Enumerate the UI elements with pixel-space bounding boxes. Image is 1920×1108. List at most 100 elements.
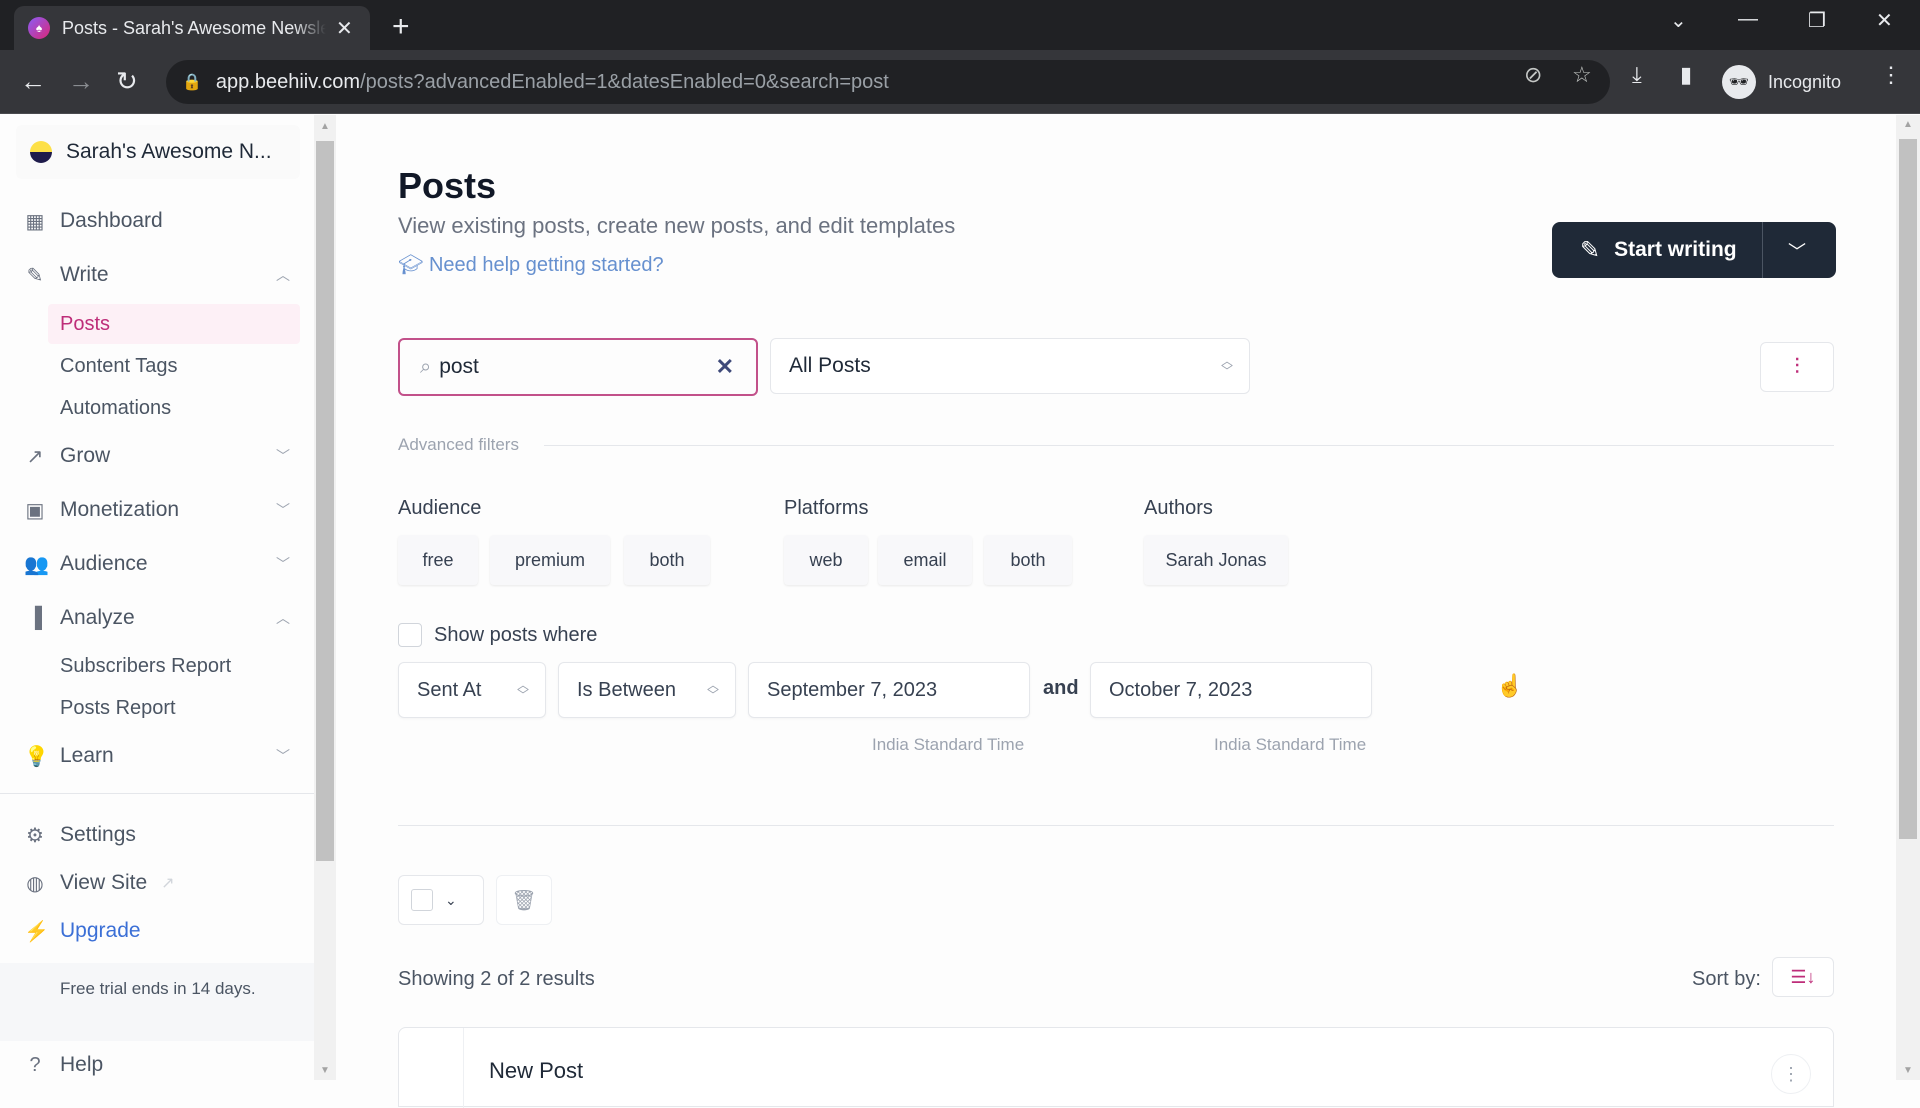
clear-search-icon[interactable]: ✕ bbox=[716, 354, 734, 380]
money-icon: ▣ bbox=[25, 499, 45, 522]
post-status-select[interactable]: All Posts ︿ ﹀ bbox=[770, 338, 1250, 394]
sidebar-item-automations[interactable]: Automations bbox=[48, 388, 300, 428]
date-operator-select[interactable]: Is Between ︿ ﹀ bbox=[558, 662, 736, 718]
delete-button[interactable]: 🗑︎ bbox=[496, 875, 552, 925]
sidebar-scroll-thumb[interactable] bbox=[316, 141, 334, 861]
platform-email-chip[interactable]: email bbox=[878, 535, 972, 585]
show-posts-where-row[interactable]: Show posts where bbox=[398, 623, 597, 647]
section-divider bbox=[398, 825, 1834, 826]
sidebar-item-upgrade[interactable]: ⚡ Upgrade bbox=[24, 911, 294, 951]
scroll-down-icon[interactable]: ▼ bbox=[320, 1065, 330, 1076]
chevron-up-icon: ︿ bbox=[276, 610, 290, 626]
audience-premium-chip[interactable]: premium bbox=[490, 535, 610, 585]
end-date-input[interactable]: October 7, 2023 bbox=[1090, 662, 1372, 718]
url-domain: app.beehiiv.com bbox=[215, 70, 361, 93]
scroll-down-icon[interactable]: ▼ bbox=[1903, 1065, 1913, 1076]
back-icon[interactable]: ← bbox=[20, 66, 46, 97]
lightbulb-icon: 💡 bbox=[24, 745, 49, 768]
reload-icon[interactable]: ↻ bbox=[116, 66, 138, 97]
address-bar[interactable]: 🔒 app.beehiiv.com/posts?advancedEnabled=… bbox=[166, 60, 1610, 104]
browser-toolbar: ← → ↻ 🔒 app.beehiiv.com/posts?advancedEn… bbox=[0, 50, 1920, 114]
side-panel-icon[interactable]: ▮ bbox=[1680, 62, 1692, 88]
minimize-icon[interactable]: — bbox=[1738, 8, 1758, 31]
audience-both-chip[interactable]: both bbox=[624, 535, 710, 585]
date-field-select[interactable]: Sent At ︿ ﹀ bbox=[398, 662, 546, 718]
start-writing-label: Start writing bbox=[1614, 238, 1737, 261]
author-sarah-jonas-chip[interactable]: Sarah Jonas bbox=[1144, 535, 1288, 585]
sidebar-item-view-site[interactable]: ◍ View Site ↗ bbox=[24, 863, 294, 903]
sidebar-item-analyze[interactable]: ▐ Analyze ︿ bbox=[24, 598, 294, 638]
more-options-icon[interactable]: ⋮ bbox=[1771, 1054, 1811, 1094]
sidebar-item-label: Audience bbox=[60, 552, 148, 575]
sidebar-item-posts[interactable]: Posts bbox=[48, 304, 300, 344]
browser-tab[interactable]: ♠ Posts - Sarah's Awesome Newsletter ✕ bbox=[14, 6, 370, 50]
sidebar-item-posts-report[interactable]: Posts Report bbox=[48, 688, 300, 728]
post-list-item[interactable]: New Post ⋮ bbox=[398, 1027, 1834, 1108]
main-scroll-thumb[interactable] bbox=[1899, 139, 1917, 839]
select-all-checkbox[interactable] bbox=[411, 889, 433, 911]
trial-notice: Free trial ends in 14 days. bbox=[0, 963, 314, 1041]
incognito-profile[interactable]: 🕶 Incognito bbox=[1722, 60, 1842, 104]
tab-search-icon[interactable]: ⌄ bbox=[1670, 8, 1687, 33]
search-input[interactable]: ⌕ post ✕ bbox=[398, 338, 758, 396]
sidebar-item-monetization[interactable]: ▣ Monetization ﹀ bbox=[24, 490, 294, 530]
close-tab-icon[interactable]: ✕ bbox=[336, 16, 353, 41]
scroll-up-icon[interactable]: ▲ bbox=[1903, 119, 1913, 130]
help-link[interactable]: 🎓︎ Need help getting started? bbox=[398, 252, 664, 277]
globe-icon: ◍ bbox=[26, 872, 44, 895]
sidebar-divider bbox=[0, 793, 314, 794]
filter-toggle-button[interactable]: ⫶ bbox=[1760, 342, 1834, 392]
sidebar-item-label: Dashboard bbox=[60, 209, 163, 232]
browser-menu-icon[interactable]: ⋮ bbox=[1880, 62, 1902, 88]
main-content: Posts View existing posts, create new po… bbox=[336, 115, 1896, 1108]
sidebar-item-label: Learn bbox=[60, 744, 114, 767]
sliders-icon: ⫶ bbox=[1794, 354, 1800, 379]
bulk-select-dropdown[interactable]: ⌄ bbox=[398, 875, 484, 925]
trending-up-icon: ↗ bbox=[26, 445, 44, 468]
forward-icon[interactable]: → bbox=[68, 66, 94, 97]
download-icon[interactable]: ⤓ bbox=[1632, 62, 1642, 88]
show-posts-where-label: Show posts where bbox=[434, 623, 598, 646]
sidebar-item-subscribers-report[interactable]: Subscribers Report bbox=[48, 646, 300, 686]
start-writing-button[interactable]: ✎ Start writing ﹀ bbox=[1552, 222, 1836, 278]
and-label: and bbox=[1043, 677, 1079, 699]
sort-button[interactable]: ☰↓ bbox=[1772, 957, 1834, 997]
sidebar-item-dashboard[interactable]: ▦ Dashboard bbox=[24, 201, 294, 241]
show-posts-where-checkbox[interactable] bbox=[398, 623, 422, 647]
authors-label: Authors bbox=[1144, 497, 1213, 519]
sidebar-item-content-tags[interactable]: Content Tags bbox=[48, 346, 300, 386]
sidebar-item-label: Write bbox=[60, 263, 109, 286]
eye-off-icon[interactable]: ⊘ bbox=[1524, 62, 1542, 88]
publication-logo bbox=[30, 141, 52, 163]
chevron-down-icon[interactable]: ﹀ bbox=[1788, 238, 1806, 264]
sidebar-item-write[interactable]: ✎ Write ︿ bbox=[24, 255, 294, 295]
main-scrollbar[interactable]: ▲ ▼ bbox=[1896, 115, 1920, 1080]
sidebar-item-help[interactable]: ? Help bbox=[24, 1045, 294, 1085]
post-title[interactable]: New Post bbox=[489, 1058, 583, 1084]
platform-both-chip[interactable]: both bbox=[984, 535, 1072, 585]
help-link-label: Need help getting started? bbox=[428, 254, 664, 276]
restore-icon[interactable]: ❐ bbox=[1808, 8, 1826, 33]
sidebar-item-settings[interactable]: ⚙ Settings bbox=[24, 815, 294, 855]
new-tab-button[interactable]: + bbox=[392, 10, 410, 44]
platform-web-chip[interactable]: web bbox=[784, 535, 868, 585]
sidebar-item-label: Analyze bbox=[60, 606, 135, 629]
start-date-input[interactable]: September 7, 2023 bbox=[748, 662, 1030, 718]
bookmark-star-icon[interactable]: ☆ bbox=[1572, 62, 1592, 88]
post-thumbnail-divider bbox=[463, 1028, 464, 1108]
end-timezone-label: India Standard Time bbox=[1214, 735, 1367, 754]
sidebar-scrollbar[interactable]: ▲ ▼ bbox=[314, 115, 336, 1080]
scroll-up-icon[interactable]: ▲ bbox=[320, 121, 330, 132]
browser-tab-strip: ♠ Posts - Sarah's Awesome Newsletter ✕ +… bbox=[0, 0, 1920, 50]
beehiiv-favicon-icon: ♠ bbox=[28, 17, 50, 39]
sidebar-item-grow[interactable]: ↗ Grow ﹀ bbox=[24, 436, 294, 476]
close-window-icon[interactable]: ✕ bbox=[1876, 8, 1893, 33]
sidebar-item-audience[interactable]: 👥 Audience ﹀ bbox=[24, 544, 294, 584]
publication-switcher[interactable]: Sarah's Awesome N... bbox=[16, 125, 300, 179]
graduation-cap-icon: 🎓︎ bbox=[398, 254, 429, 276]
audience-label: Audience bbox=[398, 497, 482, 519]
external-link-icon: ↗ bbox=[161, 875, 175, 892]
incognito-icon: 🕶 bbox=[1722, 65, 1756, 99]
sidebar-item-learn[interactable]: 💡 Learn ﹀ bbox=[24, 736, 294, 776]
audience-free-chip[interactable]: free bbox=[398, 535, 478, 585]
